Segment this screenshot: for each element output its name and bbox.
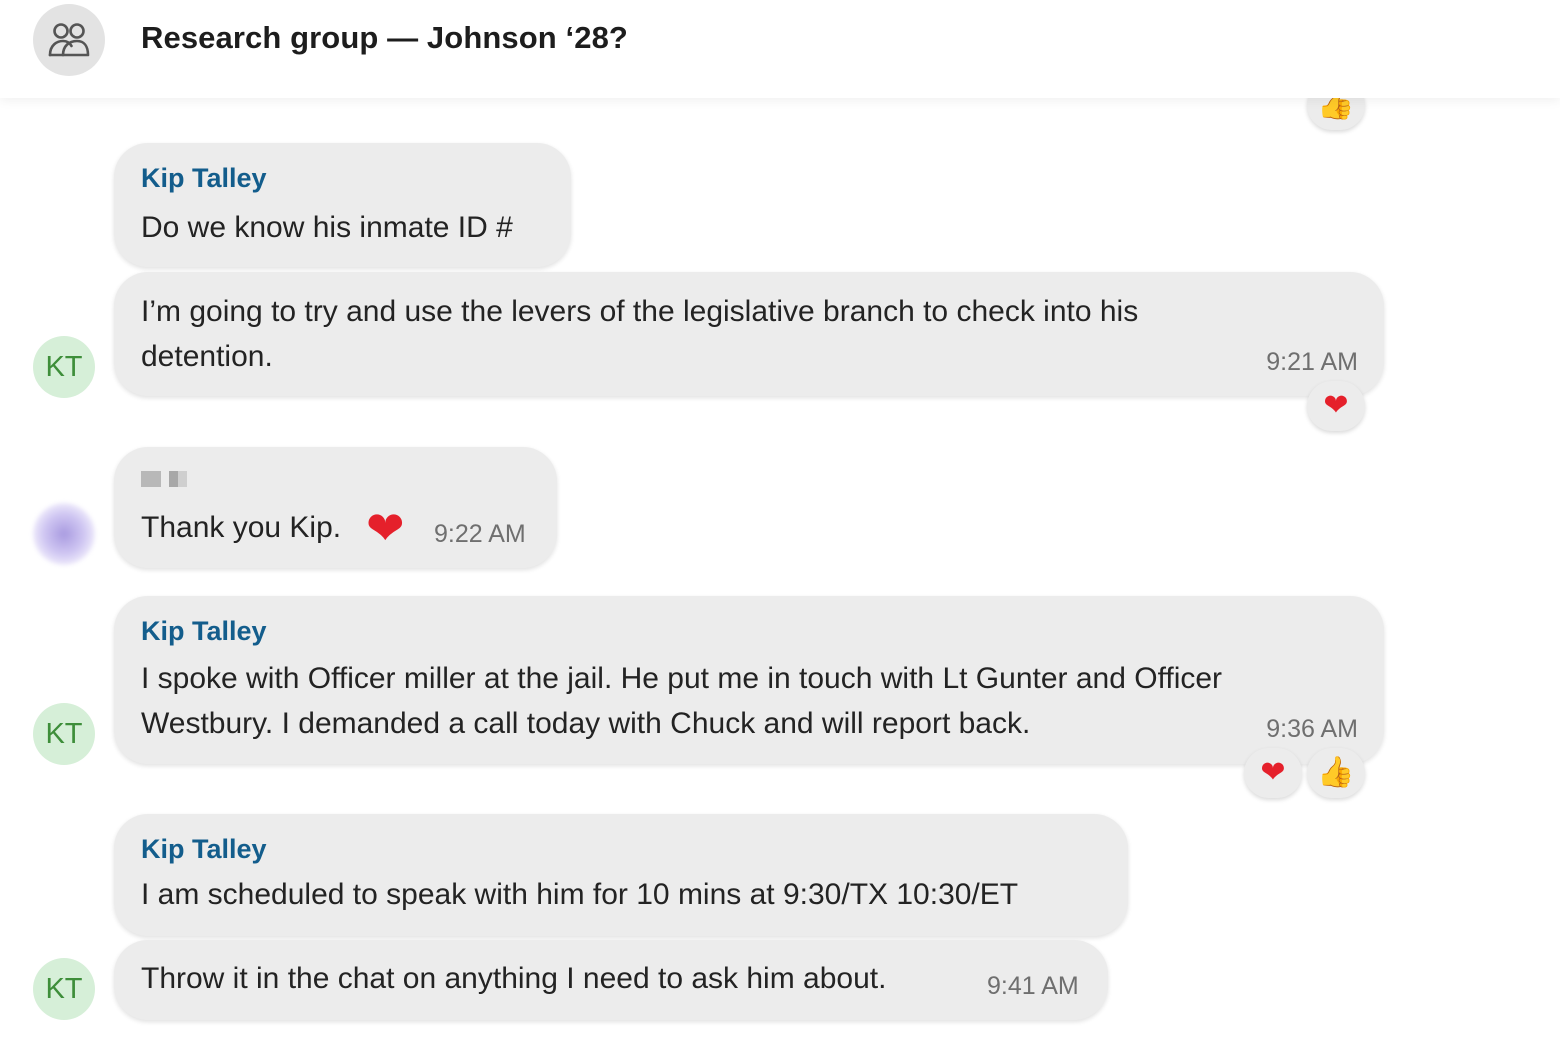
avatar[interactable]: KT: [33, 703, 95, 765]
message-text: I am scheduled to speak with him for 10 …: [141, 878, 1019, 911]
reaction-heart[interactable]: ❤: [1307, 381, 1365, 431]
message-bubble[interactable]: I’m going to try and use the levers of t…: [114, 272, 1384, 396]
avatar[interactable]: KT: [33, 336, 95, 398]
message-text: Thank you Kip.: [141, 511, 342, 544]
message-timestamp: 9:21 AM: [1266, 348, 1358, 376]
people-group-icon: [48, 23, 90, 57]
group-avatar[interactable]: [33, 4, 105, 76]
message-text-line-1: I spoke with Officer miller at the jail.…: [141, 662, 1223, 695]
heart-icon: ❤: [1323, 389, 1349, 422]
reaction-thumbs-up[interactable]: 👍: [1307, 748, 1365, 798]
chat-header: Research group — Johnson ‘28?: [0, 0, 1560, 98]
message-bubble[interactable]: Kip Talley I spoke with Officer miller a…: [114, 596, 1384, 764]
heart-emoji-icon: ❤: [366, 502, 405, 554]
message-timestamp: 9:41 AM: [987, 972, 1079, 1000]
message-text-line-2: detention.: [141, 340, 273, 373]
reaction-heart[interactable]: ❤: [1244, 748, 1302, 798]
message-text: Throw it in the chat on anything I need …: [141, 962, 887, 995]
message-bubble[interactable]: Kip Talley I am scheduled to speak with …: [114, 814, 1128, 936]
message-text-line-2: Westbury. I demanded a call today with C…: [141, 707, 1031, 740]
sender-name[interactable]: Kip Talley: [141, 616, 267, 647]
message-timestamp: 9:36 AM: [1266, 715, 1358, 743]
heart-icon: ❤: [1260, 756, 1286, 789]
chat-title: Research group — Johnson ‘28?: [141, 20, 628, 55]
sender-name[interactable]: Kip Talley: [141, 834, 267, 865]
message-bubble[interactable]: Kip Talley Do we know his inmate ID #: [114, 143, 571, 267]
thumbs-up-icon: 👍: [1317, 756, 1355, 789]
message-timestamp: 9:22 AM: [434, 520, 526, 548]
message-text-line-1: I’m going to try and use the levers of t…: [141, 295, 1139, 328]
avatar[interactable]: KT: [33, 958, 95, 1020]
avatar-redacted[interactable]: [33, 503, 95, 565]
sender-name-redacted: [141, 469, 191, 491]
message-bubble[interactable]: Thank you Kip. ❤ 9:22 AM: [114, 447, 557, 568]
message-bubble[interactable]: Throw it in the chat on anything I need …: [114, 940, 1108, 1020]
message-text: Do we know his inmate ID #: [141, 211, 513, 244]
sender-name[interactable]: Kip Talley: [141, 163, 267, 194]
